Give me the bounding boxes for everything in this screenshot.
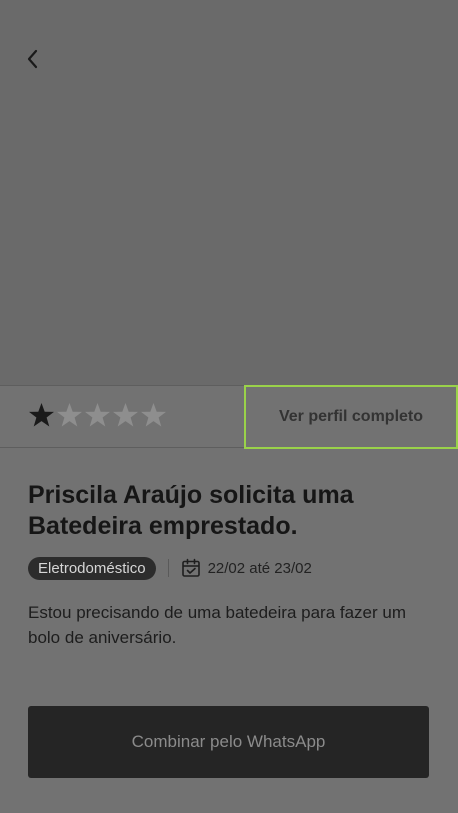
star-empty-icon (113, 403, 138, 427)
star-filled-icon (29, 403, 54, 427)
request-title: Priscila Araújo solicita uma Batedeira e… (28, 481, 354, 540)
star-empty-icon (57, 403, 82, 427)
category-badge: Eletrodoméstico (28, 556, 156, 580)
calendar-icon (181, 558, 200, 577)
request-dates: 22/02 até 23/02 (207, 559, 312, 577)
star-empty-icon (141, 403, 166, 427)
rating-stars (28, 401, 167, 429)
meta-divider (167, 559, 169, 577)
whatsapp-button[interactable]: Combinar pelo WhatsApp (28, 706, 429, 778)
full-profile-button[interactable]: Ver perfil completo (244, 385, 458, 449)
hero-image-area (0, 0, 458, 386)
back-button[interactable] (18, 44, 48, 74)
screen: Ver perfil completo Priscila Araújo soli… (0, 0, 458, 813)
rating-row: Ver perfil completo (0, 385, 458, 449)
request-description: Estou precisando de uma batedeira para f… (28, 603, 407, 647)
star-empty-icon (85, 403, 110, 427)
request-meta: Eletrodoméstico 22/02 até 23/02 (28, 555, 312, 581)
chevron-left-icon (27, 49, 38, 69)
